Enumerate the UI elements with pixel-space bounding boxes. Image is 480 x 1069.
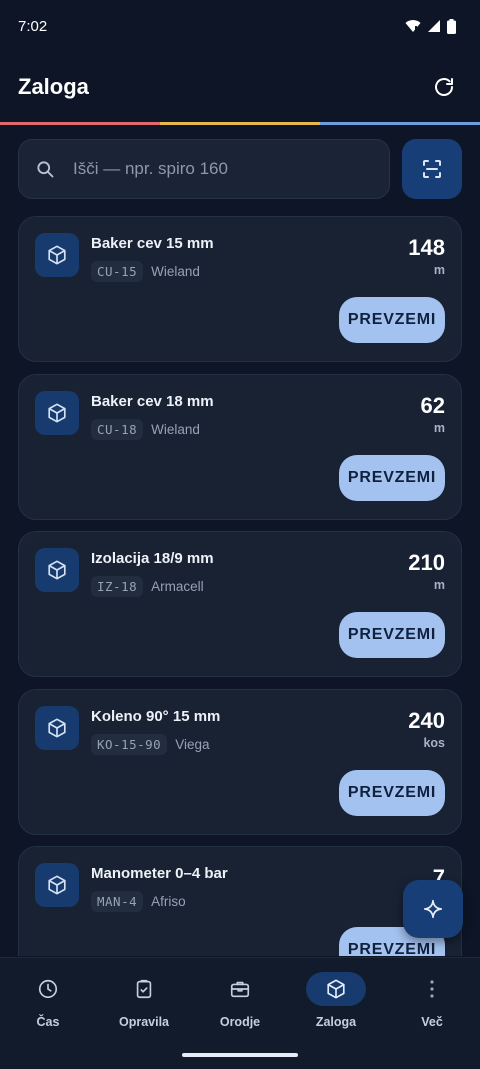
nav-label: Orodje <box>219 1015 261 1029</box>
take-button[interactable]: PREVZEMI <box>339 455 445 501</box>
item-supplier: Armacell <box>151 579 204 594</box>
refresh-icon <box>435 78 453 96</box>
take-button[interactable]: PREVZEMI <box>339 770 445 816</box>
nav-item-zaloga[interactable]: Zaloga <box>288 958 384 1069</box>
battery-icon <box>447 18 456 34</box>
nav-item-vec[interactable]: Več <box>384 958 480 1069</box>
signal-icon <box>428 20 440 32</box>
take-button[interactable]: PREVZEMI <box>339 612 445 658</box>
item-supplier: Viega <box>175 737 210 752</box>
quantity-value: 240 <box>408 708 445 733</box>
nav-label: Čas <box>36 1015 60 1029</box>
box-icon <box>306 972 366 1006</box>
home-indicator <box>182 1053 298 1057</box>
wifi-icon <box>405 20 421 32</box>
item-supplier: Wieland <box>151 422 200 437</box>
quantity-value: 210 <box>408 550 445 575</box>
status-time: 7:02 <box>18 17 48 35</box>
accent-segment-yellow <box>160 122 320 125</box>
search-row <box>18 139 462 199</box>
take-button[interactable]: PREVZEMI <box>339 297 445 343</box>
scan-button[interactable] <box>402 139 462 199</box>
item-name: Baker cev 15 mm <box>91 235 214 252</box>
nav-label: Več <box>421 1015 443 1029</box>
stock-list: Baker cev 15 mm CU-15 Wieland 148 m PREV… <box>18 216 462 956</box>
item-meta: MAN-4 Afriso <box>91 891 186 912</box>
item-name: Koleno 90° 15 mm <box>91 708 221 725</box>
quantity-unit: m <box>433 421 445 435</box>
clock-icon <box>18 972 78 1006</box>
accent-segment-red <box>0 122 160 125</box>
item-supplier: Afriso <box>151 894 186 909</box>
search-box[interactable] <box>18 139 390 199</box>
page-title: Zaloga <box>18 74 89 99</box>
refresh-button[interactable] <box>426 69 462 105</box>
assistant-fab[interactable] <box>403 880 463 938</box>
status-bar: 7:02 <box>0 0 480 52</box>
box-icon <box>35 233 79 277</box>
item-quantity: 240 kos <box>408 708 445 750</box>
item-code: CU-15 <box>91 261 144 282</box>
quantity-value: 62 <box>420 393 445 418</box>
stock-item-card: Koleno 90° 15 mm KO-15-90 Viega 240 kos … <box>18 689 462 835</box>
status-icons <box>405 18 456 34</box>
sparkle-icon <box>423 899 443 919</box>
search-input[interactable] <box>73 159 373 179</box>
stock-item-card: Baker cev 18 mm CU-18 Wieland 62 m PREVZ… <box>18 374 462 520</box>
toolbox-icon <box>210 972 270 1006</box>
item-quantity: 210 m <box>408 550 445 592</box>
stock-item-card: Manometer 0–4 bar MAN-4 Afriso 7 PREVZEM… <box>18 846 462 956</box>
item-supplier: Wieland <box>151 264 200 279</box>
item-meta: KO-15-90 Viega <box>91 734 210 755</box>
accent-segment-blue <box>320 122 480 125</box>
quantity-value: 148 <box>408 235 445 260</box>
quantity-unit: kos <box>423 736 445 750</box>
nav-item-opravila[interactable]: Opravila <box>96 958 192 1069</box>
nav-label: Opravila <box>118 1015 170 1029</box>
item-meta: CU-18 Wieland <box>91 419 200 440</box>
stock-item-card: Izolacija 18/9 mm IZ-18 Armacell 210 m P… <box>18 531 462 677</box>
item-meta: IZ-18 Armacell <box>91 576 204 597</box>
item-quantity: 62 m <box>421 393 445 435</box>
item-name: Baker cev 18 mm <box>91 393 214 410</box>
nav-label: Zaloga <box>315 1015 357 1029</box>
item-code: CU-18 <box>91 419 144 440</box>
app-bar: Zaloga <box>0 52 480 122</box>
item-meta: CU-15 Wieland <box>91 261 200 282</box>
stock-item-card: Baker cev 15 mm CU-15 Wieland 148 m PREV… <box>18 216 462 362</box>
box-icon <box>35 863 79 907</box>
quantity-unit: m <box>433 578 445 592</box>
item-code: KO-15-90 <box>91 734 168 755</box>
box-icon <box>35 706 79 750</box>
clipboard-icon <box>114 972 174 1006</box>
box-icon <box>35 548 79 592</box>
box-icon <box>35 391 79 435</box>
search-icon <box>37 161 54 178</box>
item-quantity: 148 m <box>408 235 445 277</box>
more-icon <box>402 972 462 1006</box>
quantity-unit: m <box>433 263 445 277</box>
item-name: Izolacija 18/9 mm <box>91 550 214 567</box>
item-name: Manometer 0–4 bar <box>91 865 228 882</box>
item-code: IZ-18 <box>91 576 144 597</box>
nav-item-cas[interactable]: Čas <box>0 958 96 1069</box>
accent-bar <box>0 122 480 125</box>
item-code: MAN-4 <box>91 891 144 912</box>
scan-icon <box>423 160 441 178</box>
